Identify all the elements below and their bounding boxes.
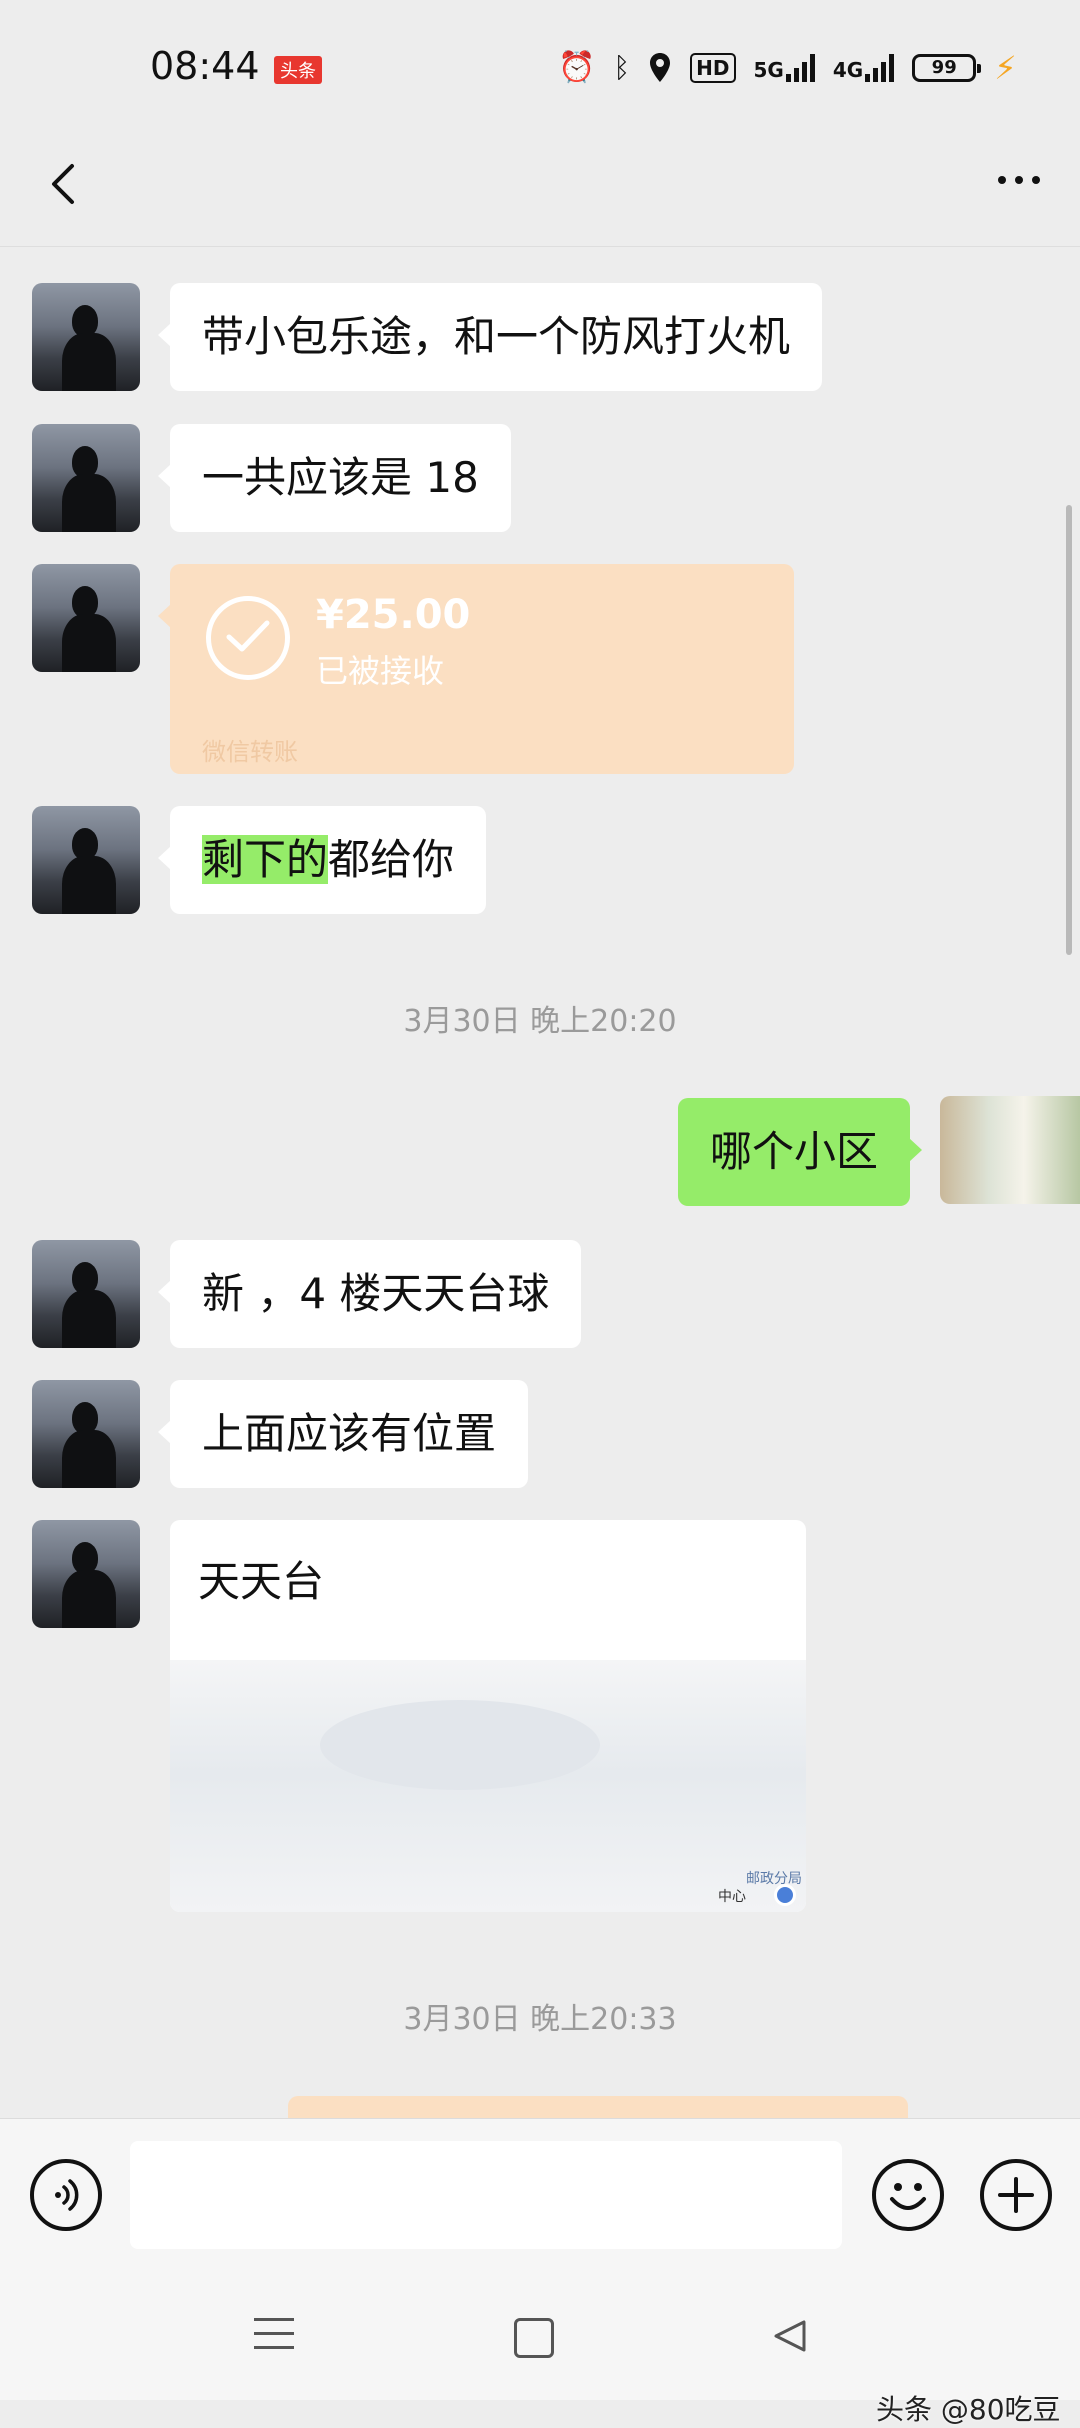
menu-icon[interactable]	[254, 2318, 294, 2360]
message-input[interactable]	[130, 2141, 842, 2249]
status-bar: 08:44 头条 ⏰ ᛒ HD 5G 4G 99 ⚡	[0, 0, 1080, 140]
contact-avatar[interactable]	[32, 564, 140, 672]
home-icon[interactable]	[514, 2318, 554, 2358]
chevron-left-icon[interactable]	[38, 154, 98, 214]
location-name: 天天台	[198, 1557, 325, 1606]
alarm-icon: ⏰	[558, 50, 596, 85]
transfer-card[interactable]: ¥25.00 已被接收 微信转账	[158, 564, 794, 774]
more-dots-icon[interactable]	[998, 176, 1040, 184]
message-bubble[interactable]: 上面应该有位置	[157, 1380, 529, 1488]
input-bar	[0, 2118, 1080, 2277]
message-bubble[interactable]: 带小包乐途，和一个防风打火机	[157, 283, 823, 391]
location-card[interactable]: 天天台 邮政分局 中心	[170, 1520, 806, 1912]
signal-bars-icon	[865, 54, 895, 82]
partial-message-card[interactable]	[288, 2096, 908, 2120]
message-text: 都给你	[328, 835, 455, 884]
scrollbar[interactable]	[1066, 505, 1072, 955]
signal-bars-icon	[785, 54, 815, 82]
transfer-brand: 微信转账	[202, 738, 298, 766]
message-bubble[interactable]: 新 ，4 楼天天台球	[157, 1240, 582, 1348]
contact-avatar[interactable]	[32, 806, 140, 914]
voice-icon[interactable]	[30, 2159, 102, 2231]
location-icon	[650, 53, 671, 82]
contact-avatar[interactable]	[32, 1380, 140, 1488]
highlighted-text: 剩下的	[202, 835, 329, 884]
signal-5g: 5G	[754, 54, 815, 82]
emoji-icon[interactable]	[872, 2159, 944, 2231]
map-pin-icon	[774, 1884, 796, 1906]
message-timestamp: 3月30日 晚上20:33	[403, 2002, 677, 2037]
plus-icon[interactable]	[980, 2159, 1052, 2231]
system-nav-bar: 头条 @80吃豆	[0, 2276, 1080, 2426]
transfer-status: 已被接收	[316, 652, 445, 690]
message-timestamp: 3月30日 晚上20:20	[403, 1004, 677, 1039]
my-avatar[interactable]	[940, 1096, 1080, 1204]
charging-icon: ⚡	[994, 49, 1017, 87]
signal-4g: 4G	[833, 54, 895, 82]
app-badge: 头条	[274, 56, 322, 84]
message-bubble[interactable]: 一共应该是 18	[158, 424, 511, 532]
message-bubble[interactable]: 剩下的都给你	[157, 806, 487, 914]
contact-avatar[interactable]	[32, 283, 140, 391]
map-label: 中心	[718, 1889, 746, 1905]
watermark: 头条 @80吃豆	[876, 2393, 1061, 2426]
contact-avatar[interactable]	[32, 424, 140, 532]
status-icons: ⏰ ᛒ HD 5G 4G 99 ⚡	[558, 46, 1017, 90]
bluetooth-icon: ᛒ	[613, 51, 631, 84]
back-triangle-icon[interactable]	[770, 2316, 810, 2356]
map-thumbnail: 邮政分局 中心	[170, 1660, 806, 1912]
battery-icon: 99	[912, 54, 982, 82]
contact-avatar[interactable]	[32, 1240, 140, 1348]
chat-header	[0, 140, 1080, 247]
my-message-bubble[interactable]: 哪个小区	[677, 1098, 923, 1206]
status-time: 08:44	[150, 44, 260, 88]
hd-voice-icon: HD	[690, 53, 736, 83]
transfer-amount: ¥25.00	[316, 592, 471, 638]
check-circle-icon	[206, 596, 290, 680]
map-label: 邮政分局	[746, 1871, 802, 1887]
contact-avatar[interactable]	[32, 1520, 140, 1628]
